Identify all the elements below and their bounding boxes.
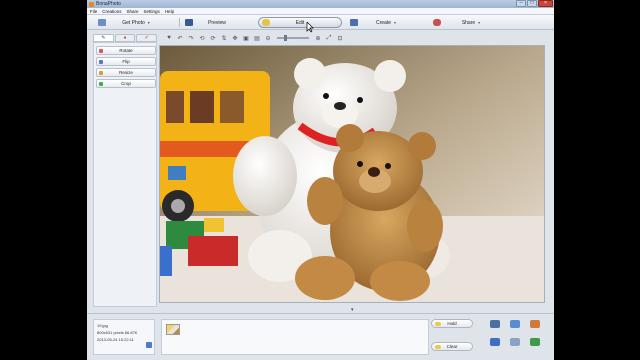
flip-icon — [99, 60, 103, 64]
resize-label: Resize — [119, 70, 133, 75]
tab-preview[interactable]: Preview — [182, 17, 252, 28]
actual-size-icon[interactable]: ⊡ — [336, 35, 344, 42]
tab-edit[interactable]: Edit — [258, 17, 342, 28]
mode-bar: Get Photo ▾ Preview Edit Create ▾ Share … — [87, 15, 554, 30]
set-wallpaper-icon[interactable] — [490, 338, 500, 346]
hold-button[interactable]: Hold — [431, 319, 473, 328]
chevron-down-icon: ▾ — [147, 20, 150, 25]
file-info-panel: 19.jpg 800x531 pixels 66.87K 2013-05-24 … — [93, 319, 155, 355]
share-icon — [433, 19, 441, 26]
menu-settings[interactable]: Settings — [144, 9, 160, 14]
brush-icon: ✐ — [144, 35, 149, 41]
clear-label: Clear — [446, 344, 458, 349]
flip-button[interactable]: Flip — [96, 57, 156, 66]
crop-button[interactable]: Crop — [96, 79, 156, 88]
photo-canvas[interactable] — [159, 45, 545, 303]
undo-icon[interactable]: ↶ — [176, 35, 184, 42]
pencil-icon: ✎ — [101, 35, 106, 41]
tab-effects[interactable]: ● — [114, 34, 136, 42]
window-controls: – □ × — [516, 0, 553, 7]
save-icon[interactable]: ▣ — [242, 35, 250, 42]
zoom-in-icon[interactable]: ⊕ — [314, 35, 322, 42]
print-icon[interactable] — [490, 320, 500, 328]
photo-image — [160, 46, 544, 302]
menu-file[interactable]: File — [90, 9, 97, 14]
tab-basic-tools[interactable]: ✎ — [93, 34, 114, 42]
redo-icon[interactable]: ↷ — [187, 35, 195, 42]
edit-tools-panel: Rotate Flip Resize Crop — [93, 42, 157, 307]
photo-tray[interactable] — [161, 319, 429, 355]
window-title: BonaPhoto — [96, 1, 121, 7]
mail-icon[interactable] — [510, 338, 520, 346]
bottom-panel: 19.jpg 800x531 pixels 66.87K 2013-05-24 … — [87, 313, 554, 360]
export-icon[interactable] — [530, 338, 540, 346]
monitor-icon — [185, 19, 193, 26]
resize-icon — [99, 71, 103, 75]
email-icon[interactable] — [510, 320, 520, 328]
menu-bar: File Creations Share Settings Help — [87, 8, 554, 15]
tab-create[interactable]: Create ▾ — [347, 17, 425, 28]
menu-help[interactable]: Help — [165, 9, 174, 14]
app-window: BonaPhoto – □ × File Creations Share Set… — [87, 0, 554, 360]
file-name: 19.jpg — [97, 323, 108, 328]
info-icon[interactable] — [146, 342, 152, 348]
app-icon — [89, 1, 94, 7]
image-toolbar: ♥ ↶ ↷ ⟲ ⟳ ⇅ ✥ ▣ ▤ ⊖ ⊕ ⤢ ⊡ — [159, 33, 554, 43]
save-as-icon[interactable]: ▤ — [253, 35, 261, 42]
title-bar: BonaPhoto – □ × — [87, 0, 554, 8]
maximize-button[interactable]: □ — [527, 0, 537, 7]
tab-preview-label: Preview — [208, 19, 226, 26]
edit-brush-icon — [262, 19, 270, 26]
adjust-icon[interactable]: ✥ — [231, 35, 239, 42]
hold-label: Hold — [447, 321, 457, 326]
chevron-down-icon: ▾ — [394, 20, 397, 25]
palette-icon: ● — [123, 35, 127, 41]
minimize-button[interactable]: – — [516, 0, 526, 7]
flip-icon[interactable]: ⇅ — [220, 35, 228, 42]
upload-icon[interactable] — [530, 320, 540, 328]
menu-share[interactable]: Share — [127, 9, 139, 14]
rotate-icon — [99, 49, 103, 53]
tab-create-label: Create — [375, 19, 391, 26]
clear-icon — [435, 345, 441, 349]
tab-edit-label: Edit — [295, 19, 305, 26]
tab-get-photo[interactable]: Get Photo ▾ — [95, 17, 177, 28]
tab-adjust[interactable]: ✐ — [136, 34, 158, 42]
zoom-slider[interactable] — [277, 35, 309, 41]
mouse-cursor-icon — [306, 22, 314, 33]
tray-thumbnail[interactable] — [166, 324, 180, 335]
separator — [179, 18, 180, 27]
crop-icon — [99, 82, 103, 86]
tab-share[interactable]: Share ▾ — [430, 17, 512, 28]
heart-icon[interactable]: ♥ — [165, 35, 173, 41]
menu-creations[interactable]: Creations — [102, 9, 121, 14]
file-date: 2013-05-24 15:22:11 — [97, 337, 134, 342]
tab-share-label: Share — [461, 19, 476, 26]
chevron-down-icon: ▾ — [478, 20, 481, 25]
tab-get-photo-label: Get Photo — [122, 19, 145, 26]
hold-icon — [435, 322, 441, 326]
fit-window-icon[interactable]: ⤢ — [325, 35, 333, 42]
create-icon — [350, 19, 358, 26]
rotate-left-icon[interactable]: ⟲ — [198, 35, 206, 42]
rotate-label: Rotate — [119, 48, 133, 53]
close-button[interactable]: × — [538, 0, 553, 7]
rotate-right-icon[interactable]: ⟳ — [209, 35, 217, 42]
crop-label: Crop — [121, 81, 131, 86]
edit-tools-tabs: ✎ ● ✐ — [93, 34, 158, 42]
zoom-out-icon[interactable]: ⊖ — [264, 35, 272, 42]
camera-icon — [98, 19, 106, 26]
rotate-button[interactable]: Rotate — [96, 46, 156, 55]
file-details: 800x531 pixels 66.87K — [97, 330, 138, 335]
flip-label: Flip — [122, 59, 130, 64]
resize-button[interactable]: Resize — [96, 68, 156, 77]
clear-button[interactable]: Clear — [431, 342, 473, 351]
